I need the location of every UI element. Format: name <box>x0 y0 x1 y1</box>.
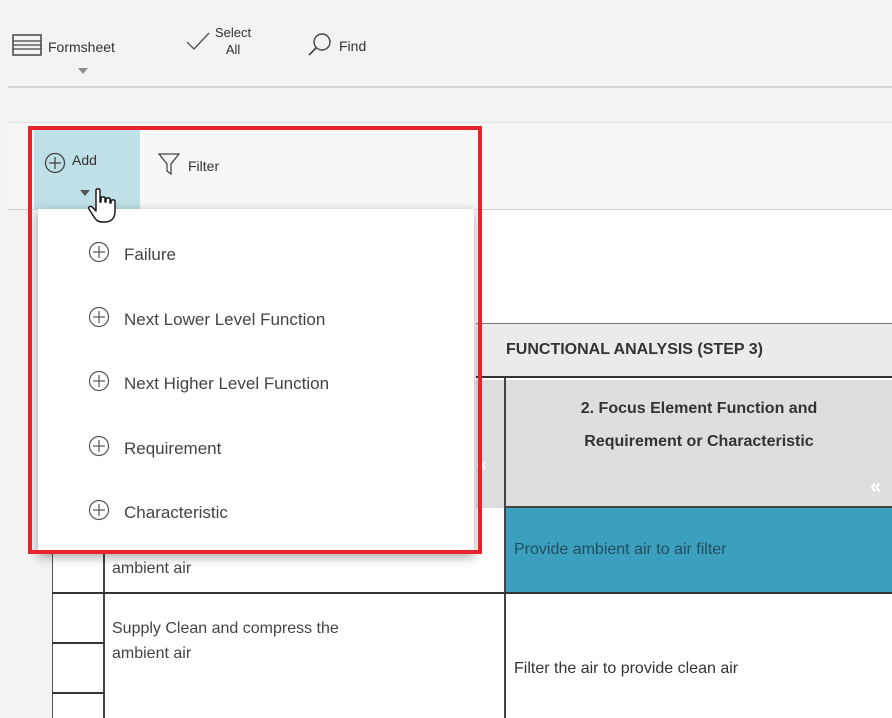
row-divider <box>52 592 892 594</box>
formsheet-dropdown-icon[interactable] <box>78 68 88 74</box>
table-cell[interactable]: Filter the air to provide clean air <box>514 660 738 678</box>
select-all-label-line1: Select <box>215 25 252 40</box>
cell-line: Supply Clean and compress the <box>112 620 339 637</box>
select-all-button[interactable]: Select All <box>185 24 251 58</box>
row-divider <box>52 692 104 694</box>
find-label: Find <box>339 37 367 54</box>
toolbar <box>0 0 892 86</box>
find-button[interactable]: Find <box>307 32 366 59</box>
cell-line: ambient air <box>112 645 192 662</box>
section-header: FUNCTIONAL ANALYSIS (STEP 3) <box>476 323 892 378</box>
formsheet-icon <box>12 34 42 59</box>
hand-cursor-icon <box>86 188 120 229</box>
table-cell[interactable]: ambient air <box>112 560 191 578</box>
toolbar-divider <box>8 86 892 88</box>
search-icon <box>307 32 333 59</box>
checkmark-icon <box>185 29 211 54</box>
formsheet-label: Formsheet <box>48 38 115 55</box>
selected-table-cell[interactable]: Provide ambient air to air filter <box>506 508 892 592</box>
focus-element-header: 2. Focus Element Function and Requiremen… <box>506 380 892 508</box>
collapse-column-icon[interactable]: « <box>870 476 881 499</box>
focus-header-line1: 2. Focus Element Function and <box>580 400 818 417</box>
select-all-label-line2: All <box>225 42 241 57</box>
formsheet-button[interactable]: Formsheet <box>12 34 115 59</box>
row-divider <box>52 642 104 644</box>
focus-header-line2: Requirement or Characteristic <box>584 433 814 450</box>
table-cell[interactable]: Supply Clean and compress the ambient ai… <box>112 616 492 666</box>
